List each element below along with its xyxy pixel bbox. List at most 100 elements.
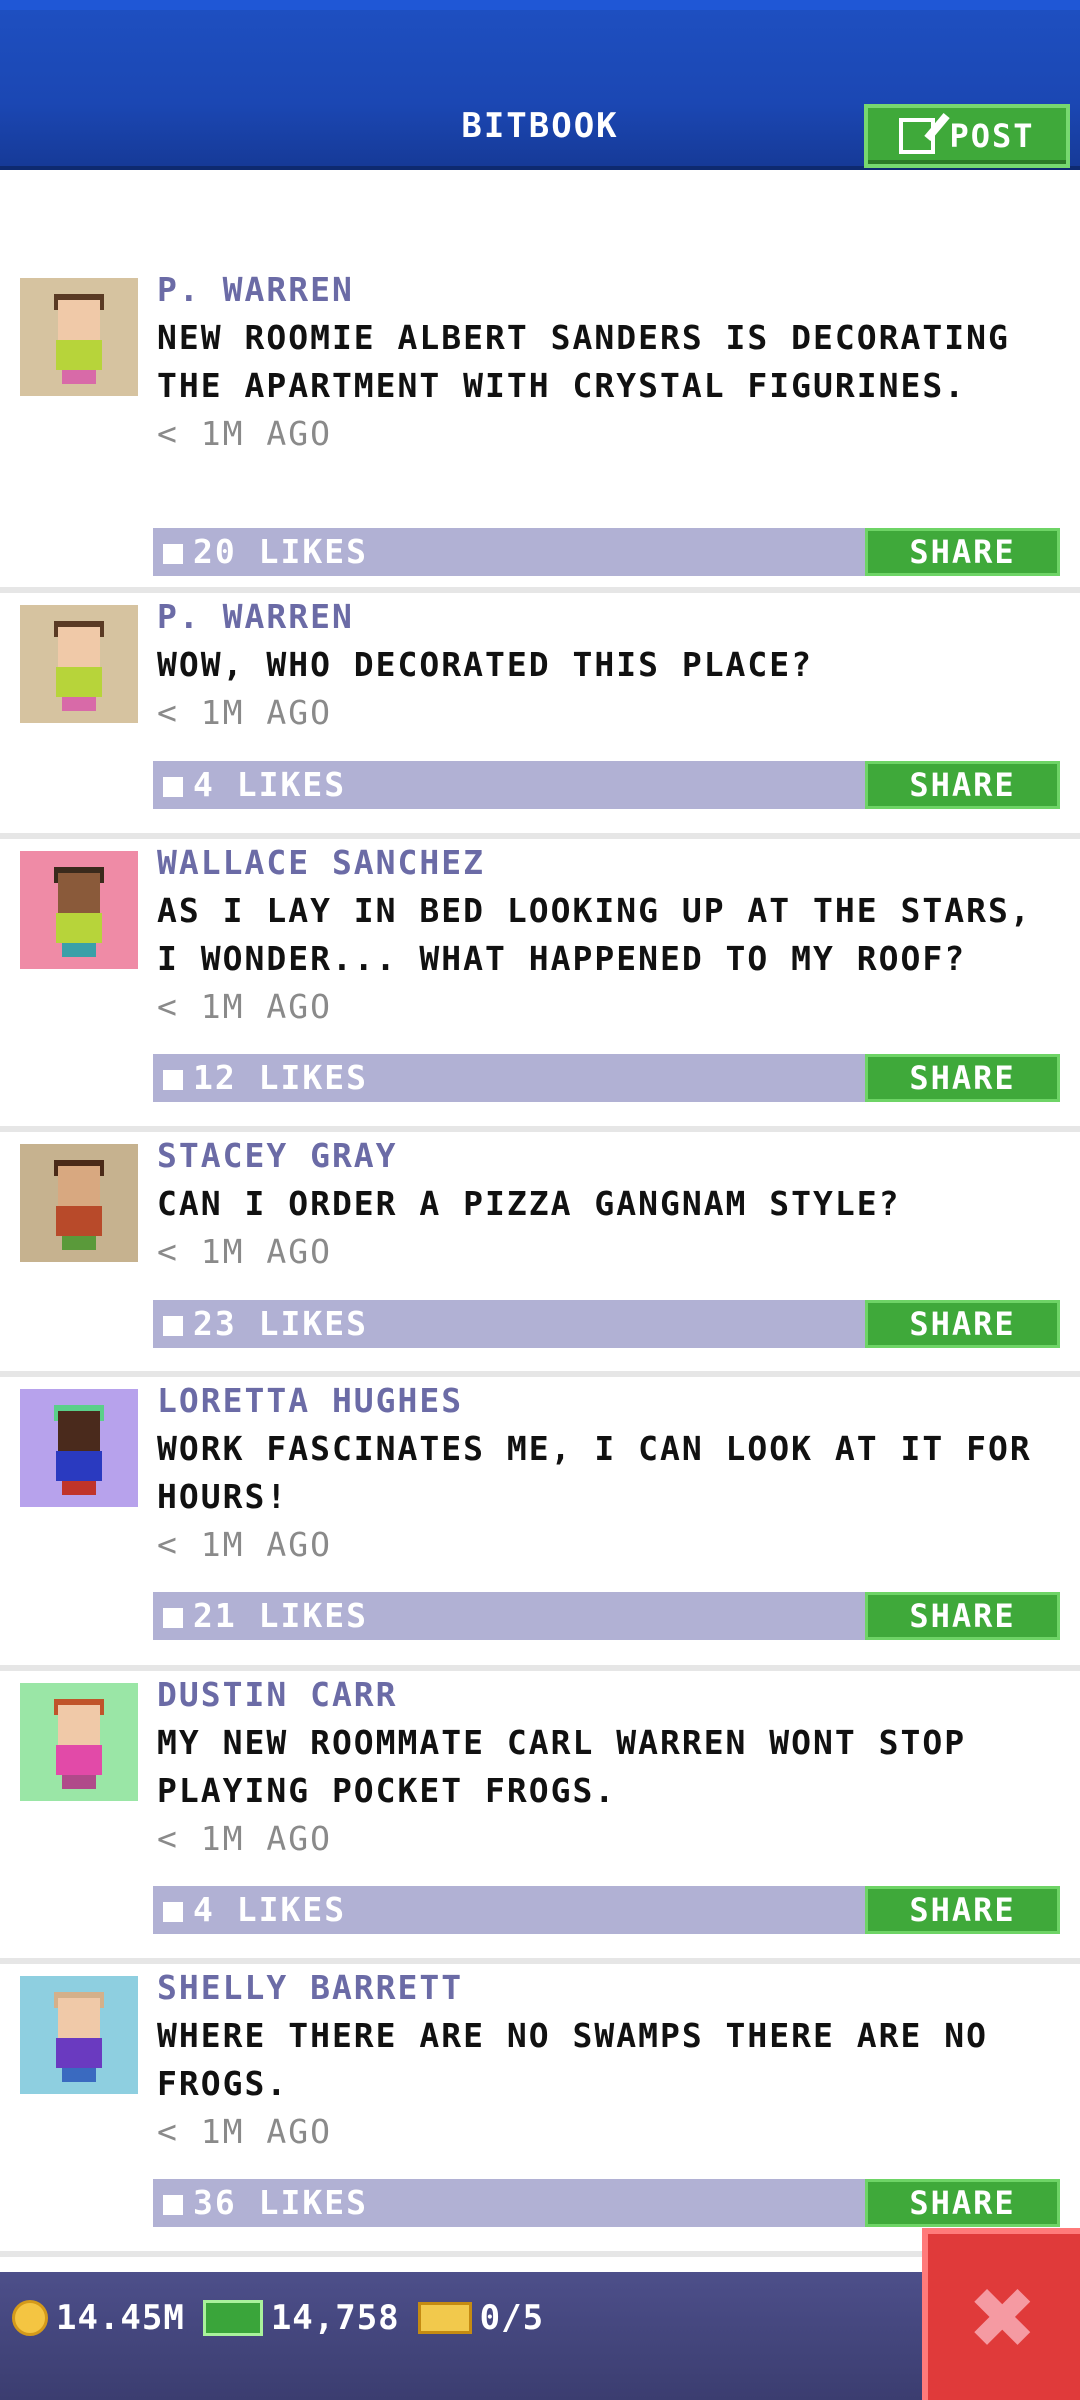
post-time: < 1M AGO xyxy=(157,1525,332,1564)
post-message: AS I LAY IN BED LOOKING UP AT THE STARS,… xyxy=(157,891,1032,978)
share-button[interactable]: SHARE xyxy=(865,1054,1060,1102)
avatar-head xyxy=(58,1998,100,2038)
bux-stat[interactable]: 14,758 xyxy=(202,2298,400,2338)
post-content: LORETTA HUGHES WORK FASCINATES ME, I CAN… xyxy=(157,1377,1080,1569)
likes-label: 12 LIKES xyxy=(193,1058,368,1097)
post-button[interactable]: POST xyxy=(864,104,1070,168)
avatar[interactable] xyxy=(20,851,138,969)
likes-count: 20 LIKES xyxy=(163,528,368,576)
avatar[interactable] xyxy=(20,278,138,396)
post-author[interactable]: STACEY GRAY xyxy=(157,1132,1080,1180)
likes-label: 20 LIKES xyxy=(193,532,368,571)
avatar[interactable] xyxy=(20,605,138,723)
bux-value: 14,758 xyxy=(270,2298,400,2338)
tickets-value: 0/5 xyxy=(479,2298,545,2338)
post-author[interactable]: P. WARREN xyxy=(157,593,1080,641)
avatar[interactable] xyxy=(20,1144,138,1262)
share-button[interactable]: SHARE xyxy=(865,761,1060,809)
avatar-body xyxy=(56,667,102,697)
thumbs-up-icon[interactable] xyxy=(163,543,183,564)
avatar-body xyxy=(56,1745,102,1775)
avatar-head xyxy=(58,873,100,913)
bottom-status-bar: 14.45M 14,758 0/5 xyxy=(0,2272,1080,2400)
thumbs-up-icon[interactable] xyxy=(163,1607,183,1628)
thumbs-up-icon[interactable] xyxy=(163,1069,183,1090)
avatar-legs xyxy=(62,2068,96,2082)
post-content: DUSTIN CARR MY NEW ROOMMATE CARL WARREN … xyxy=(157,1671,1080,1863)
avatar-head xyxy=(58,300,100,340)
avatar-legs xyxy=(62,1775,96,1789)
post-author[interactable]: LORETTA HUGHES xyxy=(157,1377,1080,1425)
thumbs-up-icon[interactable] xyxy=(163,1315,183,1336)
avatar[interactable] xyxy=(20,1976,138,2094)
avatar-body xyxy=(56,2038,102,2068)
likes-count: 36 LIKES xyxy=(163,2179,368,2227)
post-content: WALLACE SANCHEZ AS I LAY IN BED LOOKING … xyxy=(157,839,1080,1031)
thumbs-up-icon[interactable] xyxy=(163,1901,183,1922)
avatar-head xyxy=(58,1411,100,1451)
likes-label: 4 LIKES xyxy=(193,1890,347,1929)
likes-bar: 36 LIKES SHARE xyxy=(153,2179,1060,2227)
share-button[interactable]: SHARE xyxy=(865,1592,1060,1640)
post-message: WORK FASCINATES ME, I CAN LOOK AT IT FOR… xyxy=(157,1429,1032,1516)
thumbs-up-icon[interactable] xyxy=(163,776,183,797)
post-author[interactable]: SHELLY BARRETT xyxy=(157,1964,1080,2012)
likes-count: 23 LIKES xyxy=(163,1300,368,1348)
avatar-body xyxy=(56,913,102,943)
likes-bar: 21 LIKES SHARE xyxy=(153,1592,1060,1640)
likes-label: 21 LIKES xyxy=(193,1596,368,1635)
thumbs-up-icon[interactable] xyxy=(163,2194,183,2215)
post-message: WOW, WHO DECORATED THIS PLACE? xyxy=(157,645,814,684)
avatar-body xyxy=(56,340,102,370)
avatar[interactable] xyxy=(20,1683,138,1801)
post-time: < 1M AGO xyxy=(157,1232,332,1271)
post-message: CAN I ORDER A PIZZA GANGNAM STYLE? xyxy=(157,1184,901,1223)
post-time: < 1M AGO xyxy=(157,1819,332,1858)
avatar-legs xyxy=(62,1481,96,1495)
ticket-icon xyxy=(417,2302,472,2334)
avatar-legs xyxy=(62,943,96,957)
avatar-head xyxy=(58,1166,100,1206)
coins-stat[interactable]: 14.45M xyxy=(12,2298,185,2338)
bux-icon xyxy=(202,2300,263,2336)
share-button[interactable]: SHARE xyxy=(865,2179,1060,2227)
likes-label: 23 LIKES xyxy=(193,1304,368,1343)
likes-count: 21 LIKES xyxy=(163,1592,368,1640)
avatar-legs xyxy=(62,697,96,711)
post-button-label: POST xyxy=(949,117,1035,155)
edit-icon xyxy=(899,118,936,154)
avatar-head xyxy=(58,627,100,667)
post-content: STACEY GRAY CAN I ORDER A PIZZA GANGNAM … xyxy=(157,1132,1080,1276)
likes-label: 4 LIKES xyxy=(193,765,347,804)
likes-count: 4 LIKES xyxy=(163,761,346,809)
coins-value: 14.45M xyxy=(56,2298,185,2338)
feed-post: STACEY GRAY CAN I ORDER A PIZZA GANGNAM … xyxy=(0,1132,1080,1377)
post-author[interactable]: P. WARREN xyxy=(157,266,1080,314)
share-button[interactable]: SHARE xyxy=(865,1886,1060,1934)
share-button[interactable]: SHARE xyxy=(865,1300,1060,1348)
likes-bar: 4 LIKES SHARE xyxy=(153,761,1060,809)
feed-post: LORETTA HUGHES WORK FASCINATES ME, I CAN… xyxy=(0,1377,1080,1671)
likes-bar: 4 LIKES SHARE xyxy=(153,1886,1060,1934)
feed-post: SHELLY BARRETT WHERE THERE ARE NO SWAMPS… xyxy=(0,1964,1080,2257)
post-time: < 1M AGO xyxy=(157,693,332,732)
avatar[interactable] xyxy=(20,1389,138,1507)
likes-count: 12 LIKES xyxy=(163,1054,368,1102)
avatar-head xyxy=(58,1705,100,1745)
post-time: < 1M AGO xyxy=(157,2112,332,2151)
currency-stats: 14.45M 14,758 0/5 xyxy=(12,2298,544,2338)
post-author[interactable]: WALLACE SANCHEZ xyxy=(157,839,1080,887)
avatar-body xyxy=(56,1451,102,1481)
share-button[interactable]: SHARE xyxy=(865,528,1060,576)
likes-bar: 23 LIKES SHARE xyxy=(153,1300,1060,1348)
post-time: < 1M AGO xyxy=(157,987,332,1026)
feed-list[interactable]: P. WARREN NEW ROOMIE ALBERT SANDERS IS D… xyxy=(0,266,1080,2257)
post-message: WHERE THERE ARE NO SWAMPS THERE ARE NO F… xyxy=(157,2016,988,2103)
avatar-body xyxy=(56,1206,102,1236)
close-button[interactable]: ✖ xyxy=(922,2228,1080,2400)
feed-post: DUSTIN CARR MY NEW ROOMMATE CARL WARREN … xyxy=(0,1671,1080,1964)
post-author[interactable]: DUSTIN CARR xyxy=(157,1671,1080,1719)
tickets-stat[interactable]: 0/5 xyxy=(417,2298,545,2338)
post-time: < 1M AGO xyxy=(157,414,332,453)
avatar-legs xyxy=(62,1236,96,1250)
